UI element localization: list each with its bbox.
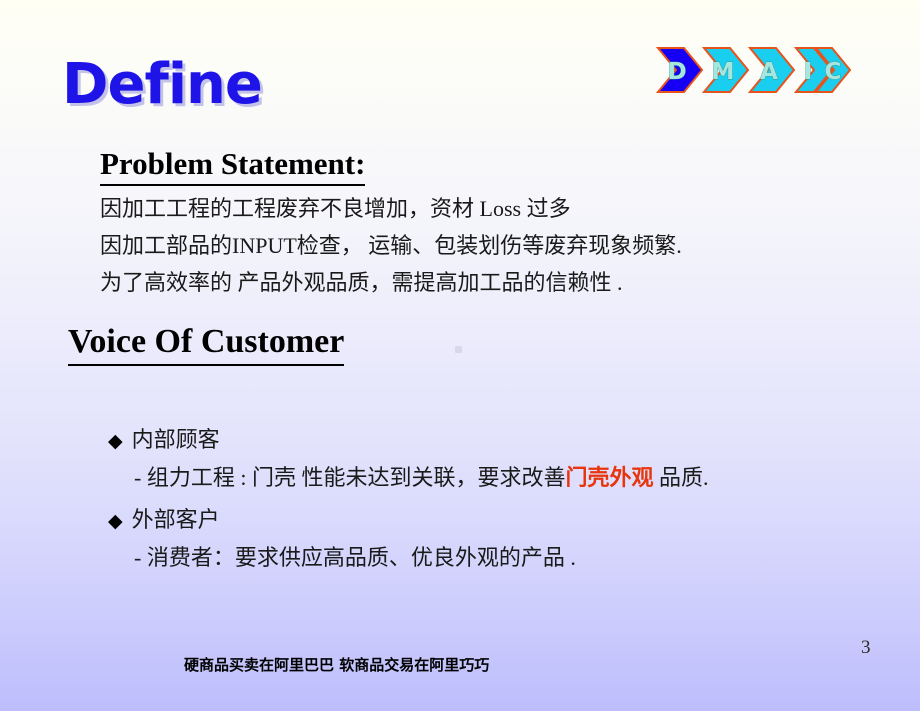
dmaic-letter-d: D <box>667 59 686 85</box>
bullet-detail-emphasis: 门壳外观 <box>565 465 654 490</box>
problem-line: 为了高效率的 产品外观品质，需提高加工品的信赖性 . <box>100 270 623 295</box>
problem-line: 因加工部品的INPUT检查， 运输、包装划伤等废弃现象频繁. <box>100 233 682 258</box>
bullet-label: 内部顾客 <box>131 427 220 452</box>
problem-line: 因加工工程的工程废弃不良增加，资材 Loss 过多 <box>100 196 571 221</box>
bullet-detail: - 消费者：要求供应高品质、优良外观的产品 . <box>108 540 888 576</box>
footer-watermark: 硬商品买卖在阿里巴巴 软商品交易在阿里巧巧 <box>184 656 490 674</box>
diamond-bullet-icon: ◆ <box>108 431 123 452</box>
bullet-detail: - 组力工程 : 门壳 性能未达到关联，要求改善门壳外观 品质. <box>108 460 888 496</box>
list-item: ◆ 内部顾客 - 组力工程 : 门壳 性能未达到关联，要求改善门壳外观 品质. <box>108 422 888 496</box>
page-number: 3 <box>861 637 871 658</box>
dmaic-letter-i: I <box>804 59 813 85</box>
bullet-detail-suffix: 品质. <box>653 465 709 490</box>
slide-canvas: Define D M A I C Problem Statement: 因加工工… <box>0 0 920 711</box>
bullet-detail-prefix: - 组力工程 : 门壳 性能未达到关联，要求改善 <box>134 465 566 490</box>
bullet-row: ◆ 内部顾客 <box>108 422 888 460</box>
marker-dot <box>455 346 462 353</box>
dmaic-letter-m: M <box>712 59 735 85</box>
voice-of-customer-heading: Voice Of Customer <box>68 322 345 366</box>
page-title: Define <box>62 52 263 117</box>
problem-statement-body: 因加工工程的工程废弃不良增加，资材 Loss 过多 因加工部品的INPUT检查，… <box>100 190 860 301</box>
bullet-detail-prefix: - 消费者：要求供应高品质、优良外观的产品 . <box>134 545 576 570</box>
voice-of-customer-list: ◆ 内部顾客 - 组力工程 : 门壳 性能未达到关联，要求改善门壳外观 品质. … <box>108 422 888 582</box>
dmaic-letter-c: C <box>825 59 842 85</box>
bullet-label: 外部客户 <box>131 507 220 532</box>
list-item: ◆ 外部客户 - 消费者：要求供应高品质、优良外观的产品 . <box>108 502 888 576</box>
dmaic-letter-a: A <box>760 59 778 85</box>
bullet-row: ◆ 外部客户 <box>108 502 888 540</box>
dmaic-phase-logo: D M A I C <box>656 45 852 95</box>
diamond-bullet-icon: ◆ <box>108 511 123 532</box>
problem-statement-heading: Problem Statement: <box>100 146 366 186</box>
